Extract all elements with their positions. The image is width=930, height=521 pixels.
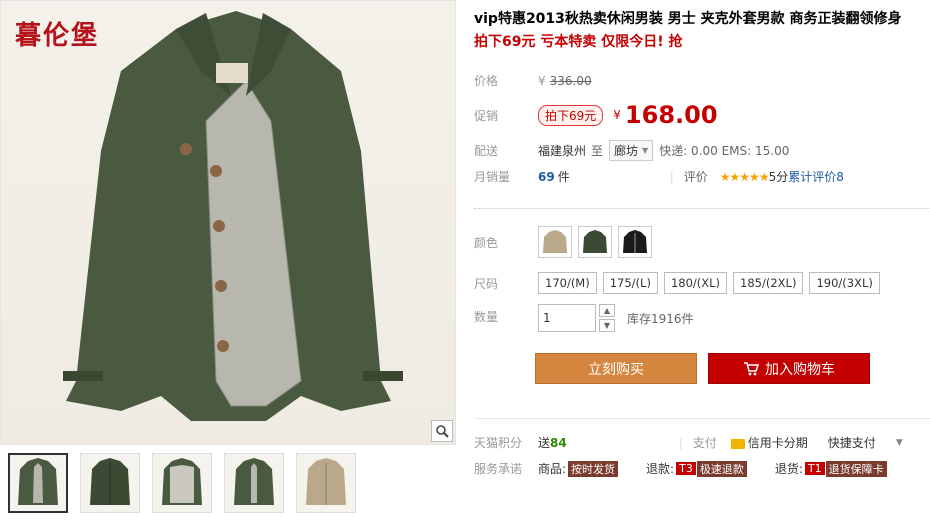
exchange-text: 退货保障卡	[825, 460, 887, 477]
size-option[interactable]: 190/(3XL)	[809, 272, 880, 294]
jacket-thumb-icon	[90, 458, 130, 505]
shipping-label: 配送	[474, 144, 499, 158]
size-option[interactable]: 185/(2XL)	[733, 272, 804, 294]
size-option[interactable]: 180/(XL)	[663, 272, 728, 294]
promo-currency: ¥	[613, 108, 621, 122]
points-number: 84	[550, 436, 567, 450]
jacket-thumb-icon	[234, 458, 274, 505]
pay-label: 支付	[692, 436, 717, 450]
thumbnail-1[interactable]	[8, 453, 68, 513]
points-prefix: 送	[538, 436, 551, 450]
product-subtitle: 拍下69元 亏本特卖 仅限今日! 抢	[474, 34, 683, 50]
color-swatch-green[interactable]	[578, 226, 612, 258]
zoom-icon[interactable]	[431, 420, 453, 442]
refund-label: 退款:	[646, 462, 675, 476]
chevron-down-icon: ▼	[642, 146, 649, 155]
refund-badge: T3	[676, 462, 696, 475]
jacket-thumb-icon	[306, 458, 346, 505]
cart-icon	[744, 361, 759, 375]
jacket-thumb-icon	[623, 230, 647, 253]
color-swatch-khaki[interactable]	[538, 226, 572, 258]
size-row: 尺码 170/(M) 175/(L) 180/(XL) 185/(2XL) 19…	[474, 272, 886, 294]
quantity-row: 数量 ▲ ▼ 库存1916件	[474, 304, 694, 332]
color-row: 颜色	[474, 226, 658, 258]
divider	[474, 208, 930, 209]
quantity-input[interactable]	[538, 304, 596, 332]
credit-installment[interactable]: 信用卡分期	[730, 434, 808, 451]
thumbnail-strip	[8, 453, 356, 513]
services-label: 服务承诺	[474, 462, 523, 476]
destination-select[interactable]: 廊坊 ▼	[609, 140, 654, 161]
star-rating-icon: ★★★★★	[719, 169, 770, 184]
quantity-stepper: ▲ ▼	[599, 304, 615, 332]
brand-logo: 暮伦堡	[15, 21, 100, 51]
add-to-cart-label: 加入购物车	[765, 361, 835, 378]
thumbnail-2[interactable]	[80, 453, 140, 513]
divider	[474, 418, 930, 419]
product-info: vip特惠2013秋热卖休闲男装 男士 夹克外套男款 商务正装翻领修身 拍下69…	[474, 8, 924, 53]
destination-value: 廊坊	[614, 144, 639, 158]
chevron-down-icon[interactable]: ▼	[896, 438, 903, 448]
shipping-fee: 快递: 0.00 EMS: 15.00	[659, 144, 790, 158]
jacket-thumb-icon	[162, 458, 202, 505]
color-swatch-black[interactable]	[618, 226, 652, 258]
original-price: 336.00	[549, 73, 592, 88]
goods-label: 商品:	[538, 462, 567, 476]
sales-divider: |	[669, 169, 674, 184]
price-row: 价格 ¥ 336.00	[474, 72, 592, 89]
exchange-label: 退货:	[774, 462, 803, 476]
size-option[interactable]: 175/(L)	[602, 272, 658, 294]
sales-label: 月销量	[474, 170, 511, 184]
thumbnail-4[interactable]	[224, 453, 284, 513]
jacket-thumb-icon	[543, 230, 567, 253]
increment-icon[interactable]: ▲	[599, 304, 615, 317]
points-row: 天猫积分 送84 | 支付 信用卡分期 快捷支付 ▼	[474, 434, 903, 451]
sales-row: 月销量 69 件 | 评价 ★★★★★ 5分 累计评价8	[474, 168, 844, 185]
jacket-illustration	[63, 11, 403, 421]
buy-now-button[interactable]: 立刻购买	[535, 353, 697, 384]
decrement-icon[interactable]: ▼	[599, 319, 615, 332]
size-label: 尺码	[474, 276, 499, 291]
promo-row: 促销 拍下69元 ¥ 168.00	[474, 101, 718, 129]
price-currency: ¥	[538, 73, 546, 88]
promo-badge: 拍下69元	[538, 104, 604, 126]
rating-label: 评价	[683, 170, 708, 184]
stock-text: 库存1916件	[627, 312, 694, 326]
goods-badge: 按时发货	[568, 460, 619, 477]
reviews-link[interactable]: 累计评价8	[788, 168, 844, 185]
credit-card-icon	[730, 438, 745, 449]
color-label: 颜色	[474, 235, 499, 250]
size-option[interactable]: 170/(M)	[538, 272, 597, 294]
shipping-to: 至	[591, 144, 604, 158]
jacket-thumb-icon	[583, 230, 607, 253]
product-title: vip特惠2013秋热卖休闲男装 男士 夹克外套男款 商务正装翻领修身	[474, 11, 902, 27]
points-label: 天猫积分	[474, 436, 523, 450]
promo-label: 促销	[474, 108, 499, 123]
rating-score: 5分	[768, 170, 789, 184]
points-value: 送84	[538, 434, 567, 451]
refund-text: 极速退款	[696, 460, 747, 477]
thumbnail-5[interactable]	[296, 453, 356, 513]
promo-price: 168.00	[624, 101, 718, 129]
services-row: 服务承诺 商品: 按时发货 退款: T3 极速退款 退货: T1 退货保障卡	[474, 460, 887, 477]
jacket-thumb-icon	[18, 458, 58, 505]
main-product-image[interactable]: 暮伦堡	[0, 0, 456, 445]
quick-pay[interactable]: 快捷支付	[828, 434, 876, 451]
credit-label: 信用卡分期	[747, 436, 808, 450]
price-label: 价格	[474, 74, 499, 88]
add-to-cart-button[interactable]: 加入购物车	[708, 353, 870, 384]
thumbnail-3[interactable]	[152, 453, 212, 513]
sales-count: 69	[538, 169, 555, 184]
quantity-label: 数量	[474, 310, 499, 324]
sales-unit: 件	[557, 170, 570, 184]
shipping-row: 配送 福建泉州 至 廊坊 ▼ 快递: 0.00 EMS: 15.00	[474, 140, 789, 161]
points-divider: |	[678, 435, 683, 450]
shipping-origin: 福建泉州	[538, 144, 587, 158]
exchange-badge: T1	[804, 462, 825, 475]
